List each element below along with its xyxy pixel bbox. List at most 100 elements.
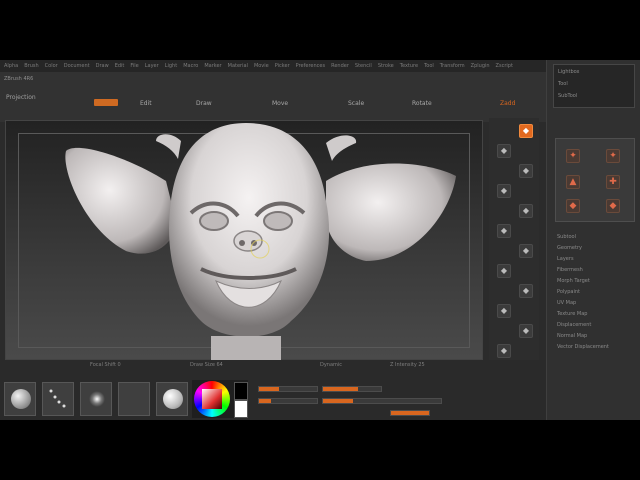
z-intensity-label: Z Intensity 25 [390, 362, 425, 368]
zadd-toggle[interactable] [390, 410, 430, 416]
local-tool-button[interactable]: ◆ [497, 264, 511, 278]
app-title: ZBrush 4R6 [4, 76, 34, 82]
tool-submenu-item[interactable]: Geometry [557, 243, 609, 254]
texture-thumbnail[interactable] [118, 382, 150, 416]
frame-tool-button[interactable]: ◆ [519, 204, 533, 218]
dynamic-label: Dynamic [320, 362, 343, 368]
alpha-thumbnail[interactable] [80, 382, 112, 416]
menu-item[interactable]: Light [165, 60, 177, 72]
menu-item[interactable]: Zscript [496, 60, 513, 72]
letterbox-top [0, 0, 640, 60]
menu-bar: Alpha Brush Color Document Draw Edit File Layer… [0, 60, 548, 72]
left-ear [65, 147, 176, 254]
cylinder-icon[interactable]: ▲ [566, 175, 580, 189]
sculpt-model [65, 123, 456, 361]
menu-item[interactable]: Transform [440, 60, 465, 72]
tool-submenu-item[interactable]: Layers [557, 254, 609, 265]
menu-item[interactable]: Zplugin [471, 60, 490, 72]
menu-item[interactable]: Texture [400, 60, 418, 72]
menu-item[interactable]: Material [228, 60, 248, 72]
rotate-tool-button[interactable]: ◆ [519, 164, 533, 178]
right-tray-panel: Lightbox Tool SubTool ✦ ✦ ▲ ✚ ◆ ◆ Subtoo… [546, 60, 640, 420]
right-eye [263, 211, 293, 231]
menu-item[interactable]: Edit [115, 60, 125, 72]
tool-submenu-item[interactable]: Displacement [557, 320, 609, 331]
shelf-scale-button[interactable]: Scale [348, 100, 364, 107]
saturation-square[interactable] [202, 389, 222, 409]
shelf-move-button[interactable]: Move [272, 100, 288, 107]
menu-item[interactable]: Marker [204, 60, 221, 72]
menu-item[interactable]: Alpha [4, 60, 18, 72]
rgb-intensity-slider[interactable] [258, 398, 318, 404]
poly-tool-button[interactable]: ◆ [497, 304, 511, 318]
star-icon[interactable]: ✚ [606, 175, 620, 189]
stroke-thumbnail[interactable] [42, 382, 74, 416]
tool-submenu-item[interactable]: Fibermesh [557, 265, 609, 276]
draw-size-slider[interactable] [322, 386, 382, 392]
menu-item[interactable]: Preferences [296, 60, 325, 72]
menu-item[interactable]: Color [45, 60, 58, 72]
secondary-color-swatch[interactable] [234, 382, 248, 400]
menu-item[interactable]: Tool [424, 60, 434, 72]
tool-label[interactable]: Tool [558, 81, 568, 87]
top-shelf: ZBrush 4R6 Projection Edit Draw Move Sca… [0, 72, 548, 122]
tool-submenu-item[interactable]: Texture Map [557, 309, 609, 320]
move-tool-button[interactable]: ◆ [519, 124, 533, 138]
z-intensity-slider[interactable] [322, 398, 442, 404]
projection-master-button[interactable]: Projection [6, 94, 36, 101]
menu-item[interactable]: File [130, 60, 138, 72]
menu-item[interactable]: Stencil [355, 60, 372, 72]
draw-size-label: Draw Size 64 [190, 362, 223, 368]
poly-icon[interactable]: ✦ [566, 149, 580, 163]
tool-submenu-list: Subtool Geometry Layers Fibermesh Morph Targ… [557, 232, 609, 353]
ghost-tool-button[interactable]: ◆ [497, 344, 511, 358]
left-horn [156, 134, 181, 159]
tool-submenu-item[interactable]: Morph Target [557, 276, 609, 287]
subtool-icon[interactable]: ◆ [606, 199, 620, 213]
focal-shift-slider[interactable] [258, 386, 318, 392]
menu-item[interactable]: Movie [254, 60, 269, 72]
shelf-zadd-button[interactable]: Zadd [500, 100, 515, 107]
shelf-rotate-button[interactable]: Rotate [412, 100, 432, 107]
sym-icon[interactable]: ✦ [606, 149, 620, 163]
sym-tool-button[interactable]: ◆ [519, 284, 533, 298]
polymesh-icon[interactable]: ◆ [566, 199, 580, 213]
zbrush-window: Alpha Brush Color Document Draw Edit File Layer… [0, 60, 640, 420]
persp-tool-button[interactable]: ◆ [497, 224, 511, 238]
tool-submenu-item[interactable]: Polypaint [557, 287, 609, 298]
bottom-shelf: Focal Shift 0 Draw Size 64 Dynamic Z Int… [0, 360, 546, 420]
shelf-draw-button[interactable]: Draw [196, 100, 212, 107]
tool-submenu-item[interactable]: Subtool [557, 232, 609, 243]
material-thumbnail[interactable] [156, 382, 188, 416]
shelf-edit-button[interactable]: Edit [140, 100, 152, 107]
focal-shift-label: Focal Shift 0 [90, 362, 121, 368]
left-eye [199, 211, 229, 231]
menu-item[interactable]: Render [331, 60, 349, 72]
transp-tool-button[interactable]: ◆ [519, 324, 533, 338]
menu-item[interactable]: Layer [145, 60, 159, 72]
menu-item[interactable]: Stroke [378, 60, 394, 72]
tool-submenu-item[interactable]: UV Map [557, 298, 609, 309]
tool-submenu-item[interactable]: Normal Map [557, 331, 609, 342]
letterbox-bottom [0, 420, 640, 480]
tool-palette-header: Lightbox Tool SubTool [553, 64, 635, 108]
primary-color-swatch[interactable] [234, 400, 248, 418]
brush-thumbnail[interactable] [4, 382, 36, 416]
subtool-label[interactable]: SubTool [558, 93, 577, 99]
menu-item[interactable]: Picker [275, 60, 290, 72]
xyz-tool-button[interactable]: ◆ [497, 184, 511, 198]
active-mode-chip[interactable] [94, 99, 118, 106]
menu-item[interactable]: Document [64, 60, 90, 72]
tool-thumbnail-block: ✦ ✦ ▲ ✚ ◆ ◆ [555, 138, 635, 222]
right-ear [326, 163, 456, 261]
menu-item[interactable]: Draw [96, 60, 109, 72]
menu-item[interactable]: Brush [24, 60, 38, 72]
tool-submenu-item[interactable]: Vector Displacement [557, 342, 609, 353]
canvas-viewport[interactable] [5, 120, 483, 361]
right-horn [326, 135, 357, 161]
floor-tool-button[interactable]: ◆ [519, 244, 533, 258]
color-picker[interactable] [192, 380, 248, 418]
menu-item[interactable]: Macro [183, 60, 198, 72]
scale-tool-button[interactable]: ◆ [497, 144, 511, 158]
lightbox-label[interactable]: Lightbox [558, 69, 580, 75]
